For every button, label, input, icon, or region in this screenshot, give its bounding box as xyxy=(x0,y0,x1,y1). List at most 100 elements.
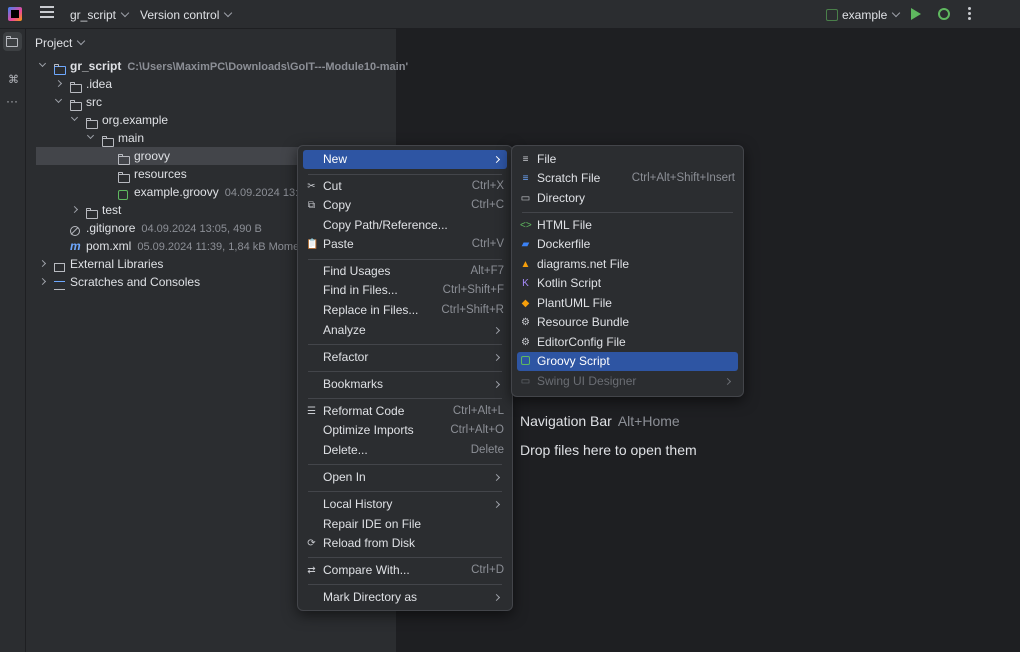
chevron-right-icon[interactable] xyxy=(38,277,47,286)
chevron-down-icon[interactable] xyxy=(54,95,63,104)
tree-row-groovy[interactable]: groovy xyxy=(36,147,306,166)
menu-label: Find in Files... xyxy=(323,283,398,297)
chevron-right-icon xyxy=(492,500,501,509)
tool-window-strip: ⌘ ··· xyxy=(0,29,26,652)
structure-tool-button[interactable]: ⌘ xyxy=(3,69,22,88)
submenu-item-scratch-file[interactable]: ≡ Scratch File Ctrl+Alt+Shift+Insert xyxy=(517,169,738,188)
menu-item-find-in-files[interactable]: Find in Files... Ctrl+Shift+F xyxy=(303,281,507,300)
submenu-item-file[interactable]: ≡ File xyxy=(517,150,738,169)
chevron-right-icon xyxy=(723,377,732,386)
chevron-right-icon[interactable] xyxy=(38,259,47,268)
menu-label: Cut xyxy=(323,179,342,193)
menu-item-copy[interactable]: ⧉ Copy Ctrl+C xyxy=(303,196,507,215)
submenu-item-resource-bundle[interactable]: ⚙ Resource Bundle xyxy=(517,313,738,332)
menu-label: Repair IDE on File xyxy=(323,517,422,531)
menu-item-reformat-code[interactable]: ☰ Reformat Code Ctrl+Alt+L xyxy=(303,402,507,421)
menu-item-optimize-imports[interactable]: Optimize Imports Ctrl+Alt+O xyxy=(303,421,507,440)
menu-label: Mark Directory as xyxy=(323,590,418,604)
main-menu-icon[interactable] xyxy=(40,6,54,20)
project-panel-header[interactable]: Project xyxy=(35,36,86,50)
menu-label: Refactor xyxy=(323,350,369,364)
menu-shortcut: Ctrl+Shift+R xyxy=(441,304,504,316)
tree-row-gr-script[interactable]: gr_script C:\Users\MaximPC\Downloads\GoIT… xyxy=(26,57,408,76)
diagrams-icon: ▲ xyxy=(520,259,531,270)
tree-row-idea[interactable]: .idea xyxy=(26,75,396,94)
menu-separator xyxy=(308,174,502,175)
scissors-icon: ✂ xyxy=(307,181,316,192)
menu-shortcut: Ctrl+Alt+Shift+Insert xyxy=(631,172,735,184)
menu-separator xyxy=(522,212,733,213)
submenu-item-dockerfile[interactable]: ▰ Dockerfile xyxy=(517,235,738,254)
tree-label: org.example xyxy=(102,111,168,129)
menu-item-copy-path[interactable]: Copy Path/Reference... xyxy=(303,216,507,235)
chevron-down-icon[interactable] xyxy=(38,59,47,68)
tree-label-text: resources xyxy=(134,167,187,181)
project-tool-button[interactable] xyxy=(3,32,22,51)
chevron-right-icon xyxy=(492,326,501,335)
menu-item-bookmarks[interactable]: Bookmarks xyxy=(303,375,507,394)
submenu-item-plantuml-file[interactable]: ◆ PlantUML File xyxy=(517,294,738,313)
tree-label-text: .gitignore xyxy=(86,221,136,235)
tree-label: src xyxy=(86,93,102,111)
tree-row-src[interactable]: src xyxy=(26,93,396,112)
title-bar: gr_script Version control example xyxy=(0,0,1020,29)
menu-shortcut: Alt+F7 xyxy=(470,265,504,277)
menu-item-refactor[interactable]: Refactor xyxy=(303,348,507,367)
menu-item-find-usages[interactable]: Find Usages Alt+F7 xyxy=(303,262,507,281)
project-selector[interactable]: gr_script xyxy=(70,8,130,22)
chevron-down-icon xyxy=(77,36,86,46)
menu-item-open-in[interactable]: Open In xyxy=(303,468,507,487)
menu-label: Open In xyxy=(323,470,366,484)
menu-item-delete[interactable]: Delete... Delete xyxy=(303,441,507,460)
menu-item-local-history[interactable]: Local History xyxy=(303,495,507,514)
more-options-icon[interactable] xyxy=(968,7,972,22)
submenu-item-diagrams-file[interactable]: ▲ diagrams.net File xyxy=(517,255,738,274)
tree-label-text: gr_script xyxy=(70,59,122,73)
tree-meta: 04.09.2024 13:05, 490 B xyxy=(141,223,262,235)
menu-label: Copy xyxy=(323,198,352,212)
tree-meta: C:\Users\MaximPC\Downloads\GoIT---Module… xyxy=(127,61,409,73)
menu-label: Swing UI Designer xyxy=(537,374,637,388)
tree-label: External Libraries xyxy=(70,255,163,273)
docker-icon: ▰ xyxy=(521,239,530,250)
vcs-selector[interactable]: Version control xyxy=(140,8,233,22)
tree-label-text: example.groovy xyxy=(134,185,219,199)
tree-label: resources xyxy=(134,165,187,183)
menu-label: Groovy Script xyxy=(537,354,610,368)
chevron-right-icon[interactable] xyxy=(54,79,63,88)
chevron-right-icon[interactable] xyxy=(70,205,79,214)
menu-item-reload-from-disk[interactable]: ⟳ Reload from Disk xyxy=(303,534,507,553)
menu-shortcut: Delete xyxy=(470,444,504,456)
submenu-item-kotlin-script[interactable]: K Kotlin Script xyxy=(517,274,738,293)
submenu-item-groovy-script[interactable]: Groovy Script xyxy=(517,352,738,371)
menu-item-analyze[interactable]: Analyze xyxy=(303,321,507,340)
gear-icon: ⚙ xyxy=(521,317,530,328)
menu-label: Dockerfile xyxy=(537,237,591,251)
menu-item-compare-with[interactable]: ⇄ Compare With... Ctrl+D xyxy=(303,561,507,580)
menu-item-replace-in-files[interactable]: Replace in Files... Ctrl+Shift+R xyxy=(303,301,507,320)
submenu-item-directory[interactable]: ▭ Directory xyxy=(517,189,738,208)
menu-item-cut[interactable]: ✂ Cut Ctrl+X xyxy=(303,177,507,196)
tree-row-org-example[interactable]: org.example xyxy=(26,111,396,130)
nav-hint-label: Navigation Bar xyxy=(520,413,612,429)
submenu-item-editorconfig-file[interactable]: ⚙ EditorConfig File xyxy=(517,333,738,352)
menu-item-new[interactable]: New xyxy=(303,150,507,169)
submenu-item-html-file[interactable]: <> HTML File xyxy=(517,216,738,235)
clipboard-icon: 📋 xyxy=(306,239,319,250)
reload-icon: ⟳ xyxy=(307,538,316,549)
chevron-down-icon[interactable] xyxy=(70,113,79,122)
menu-item-repair-ide[interactable]: Repair IDE on File xyxy=(303,515,507,534)
more-tools-button[interactable]: ··· xyxy=(3,93,22,112)
debug-icon[interactable] xyxy=(938,8,950,20)
run-icon[interactable] xyxy=(911,8,921,20)
menu-item-mark-directory-as[interactable]: Mark Directory as xyxy=(303,588,507,607)
submenu-item-swing-ui-designer[interactable]: ▭ Swing UI Designer xyxy=(517,372,738,391)
folder-icon xyxy=(6,36,18,48)
chevron-down-icon[interactable] xyxy=(86,131,95,140)
menu-item-paste[interactable]: 📋 Paste Ctrl+V xyxy=(303,235,507,254)
plantuml-icon: ◆ xyxy=(521,298,530,309)
kotlin-icon: K xyxy=(522,278,529,289)
menu-label: Delete... xyxy=(323,443,368,457)
menu-label: Reformat Code xyxy=(323,404,405,418)
run-config-selector[interactable]: example xyxy=(842,8,901,22)
